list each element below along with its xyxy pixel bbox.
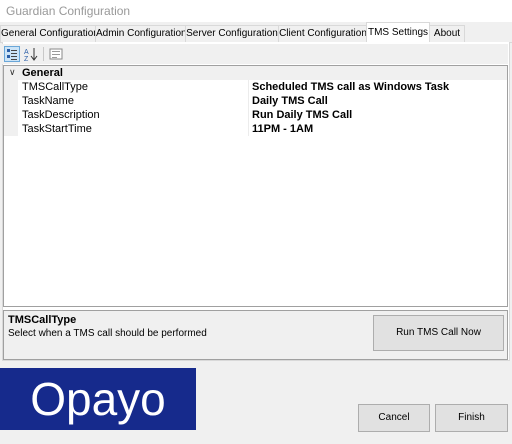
toolbar-separator xyxy=(43,47,44,61)
categorized-icon[interactable] xyxy=(4,46,20,62)
run-tms-call-now-button[interactable]: Run TMS Call Now xyxy=(373,315,504,351)
property-name: TaskDescription xyxy=(22,109,100,121)
property-row-tmscalltype[interactable]: TMSCallType Scheduled TMS call as Window… xyxy=(4,80,507,94)
property-grid: ∨ General TMSCallType Scheduled TMS call… xyxy=(3,65,508,307)
property-value[interactable]: Daily TMS Call xyxy=(252,95,328,107)
row-gutter xyxy=(4,94,18,108)
logo-text: Opayo xyxy=(30,373,166,425)
tab-strip: General Configuration Admin Configuratio… xyxy=(0,22,512,43)
property-value[interactable]: Scheduled TMS call as Windows Task xyxy=(252,81,449,93)
finish-button[interactable]: Finish xyxy=(435,404,508,432)
help-title: TMSCallType xyxy=(8,314,77,326)
category-label: General xyxy=(22,67,63,79)
cancel-button[interactable]: Cancel xyxy=(358,404,430,432)
column-splitter xyxy=(248,94,249,108)
category-general[interactable]: ∨ General xyxy=(4,66,507,80)
help-description: Select when a TMS call should be perform… xyxy=(8,328,207,339)
svg-text:A: A xyxy=(24,49,29,56)
property-grid-toolbar: A Z xyxy=(2,44,508,64)
row-gutter xyxy=(4,80,18,94)
column-splitter xyxy=(248,80,249,94)
sort-alphabetical-icon[interactable]: A Z xyxy=(23,46,39,62)
tab-general-configuration[interactable]: General Configuration xyxy=(0,25,99,42)
column-splitter xyxy=(248,122,249,136)
help-pane: TMSCallType Select when a TMS call shoul… xyxy=(3,310,508,360)
column-splitter xyxy=(248,108,249,122)
property-name: TaskName xyxy=(22,95,74,107)
window-title: Guardian Configuration xyxy=(6,4,131,18)
property-row-taskname[interactable]: TaskName Daily TMS Call xyxy=(4,94,507,108)
title-bar: Guardian Configuration xyxy=(0,0,512,22)
tab-about[interactable]: About xyxy=(429,25,465,42)
row-gutter xyxy=(4,108,18,122)
chevron-down-icon[interactable]: ∨ xyxy=(9,67,16,78)
tab-tms-settings[interactable]: TMS Settings xyxy=(366,22,430,43)
svg-text:Z: Z xyxy=(24,56,29,62)
property-value[interactable]: 11PM - 1AM xyxy=(252,123,313,135)
property-name: TMSCallType xyxy=(22,81,89,93)
tab-admin-configuration[interactable]: Admin Configuration xyxy=(95,25,187,42)
property-row-taskdescription[interactable]: TaskDescription Run Daily TMS Call xyxy=(4,108,507,122)
property-name: TaskStartTime xyxy=(22,123,92,135)
tab-server-configuration[interactable]: Server Configuration xyxy=(185,25,279,42)
property-row-taskstarttime[interactable]: TaskStartTime 11PM - 1AM xyxy=(4,122,507,136)
property-pages-icon[interactable] xyxy=(48,46,64,62)
property-value[interactable]: Run Daily TMS Call xyxy=(252,109,352,121)
opayo-logo: Opayo xyxy=(0,368,196,430)
row-gutter xyxy=(4,122,18,136)
tab-client-configuration[interactable]: Client Configuration xyxy=(278,25,368,42)
